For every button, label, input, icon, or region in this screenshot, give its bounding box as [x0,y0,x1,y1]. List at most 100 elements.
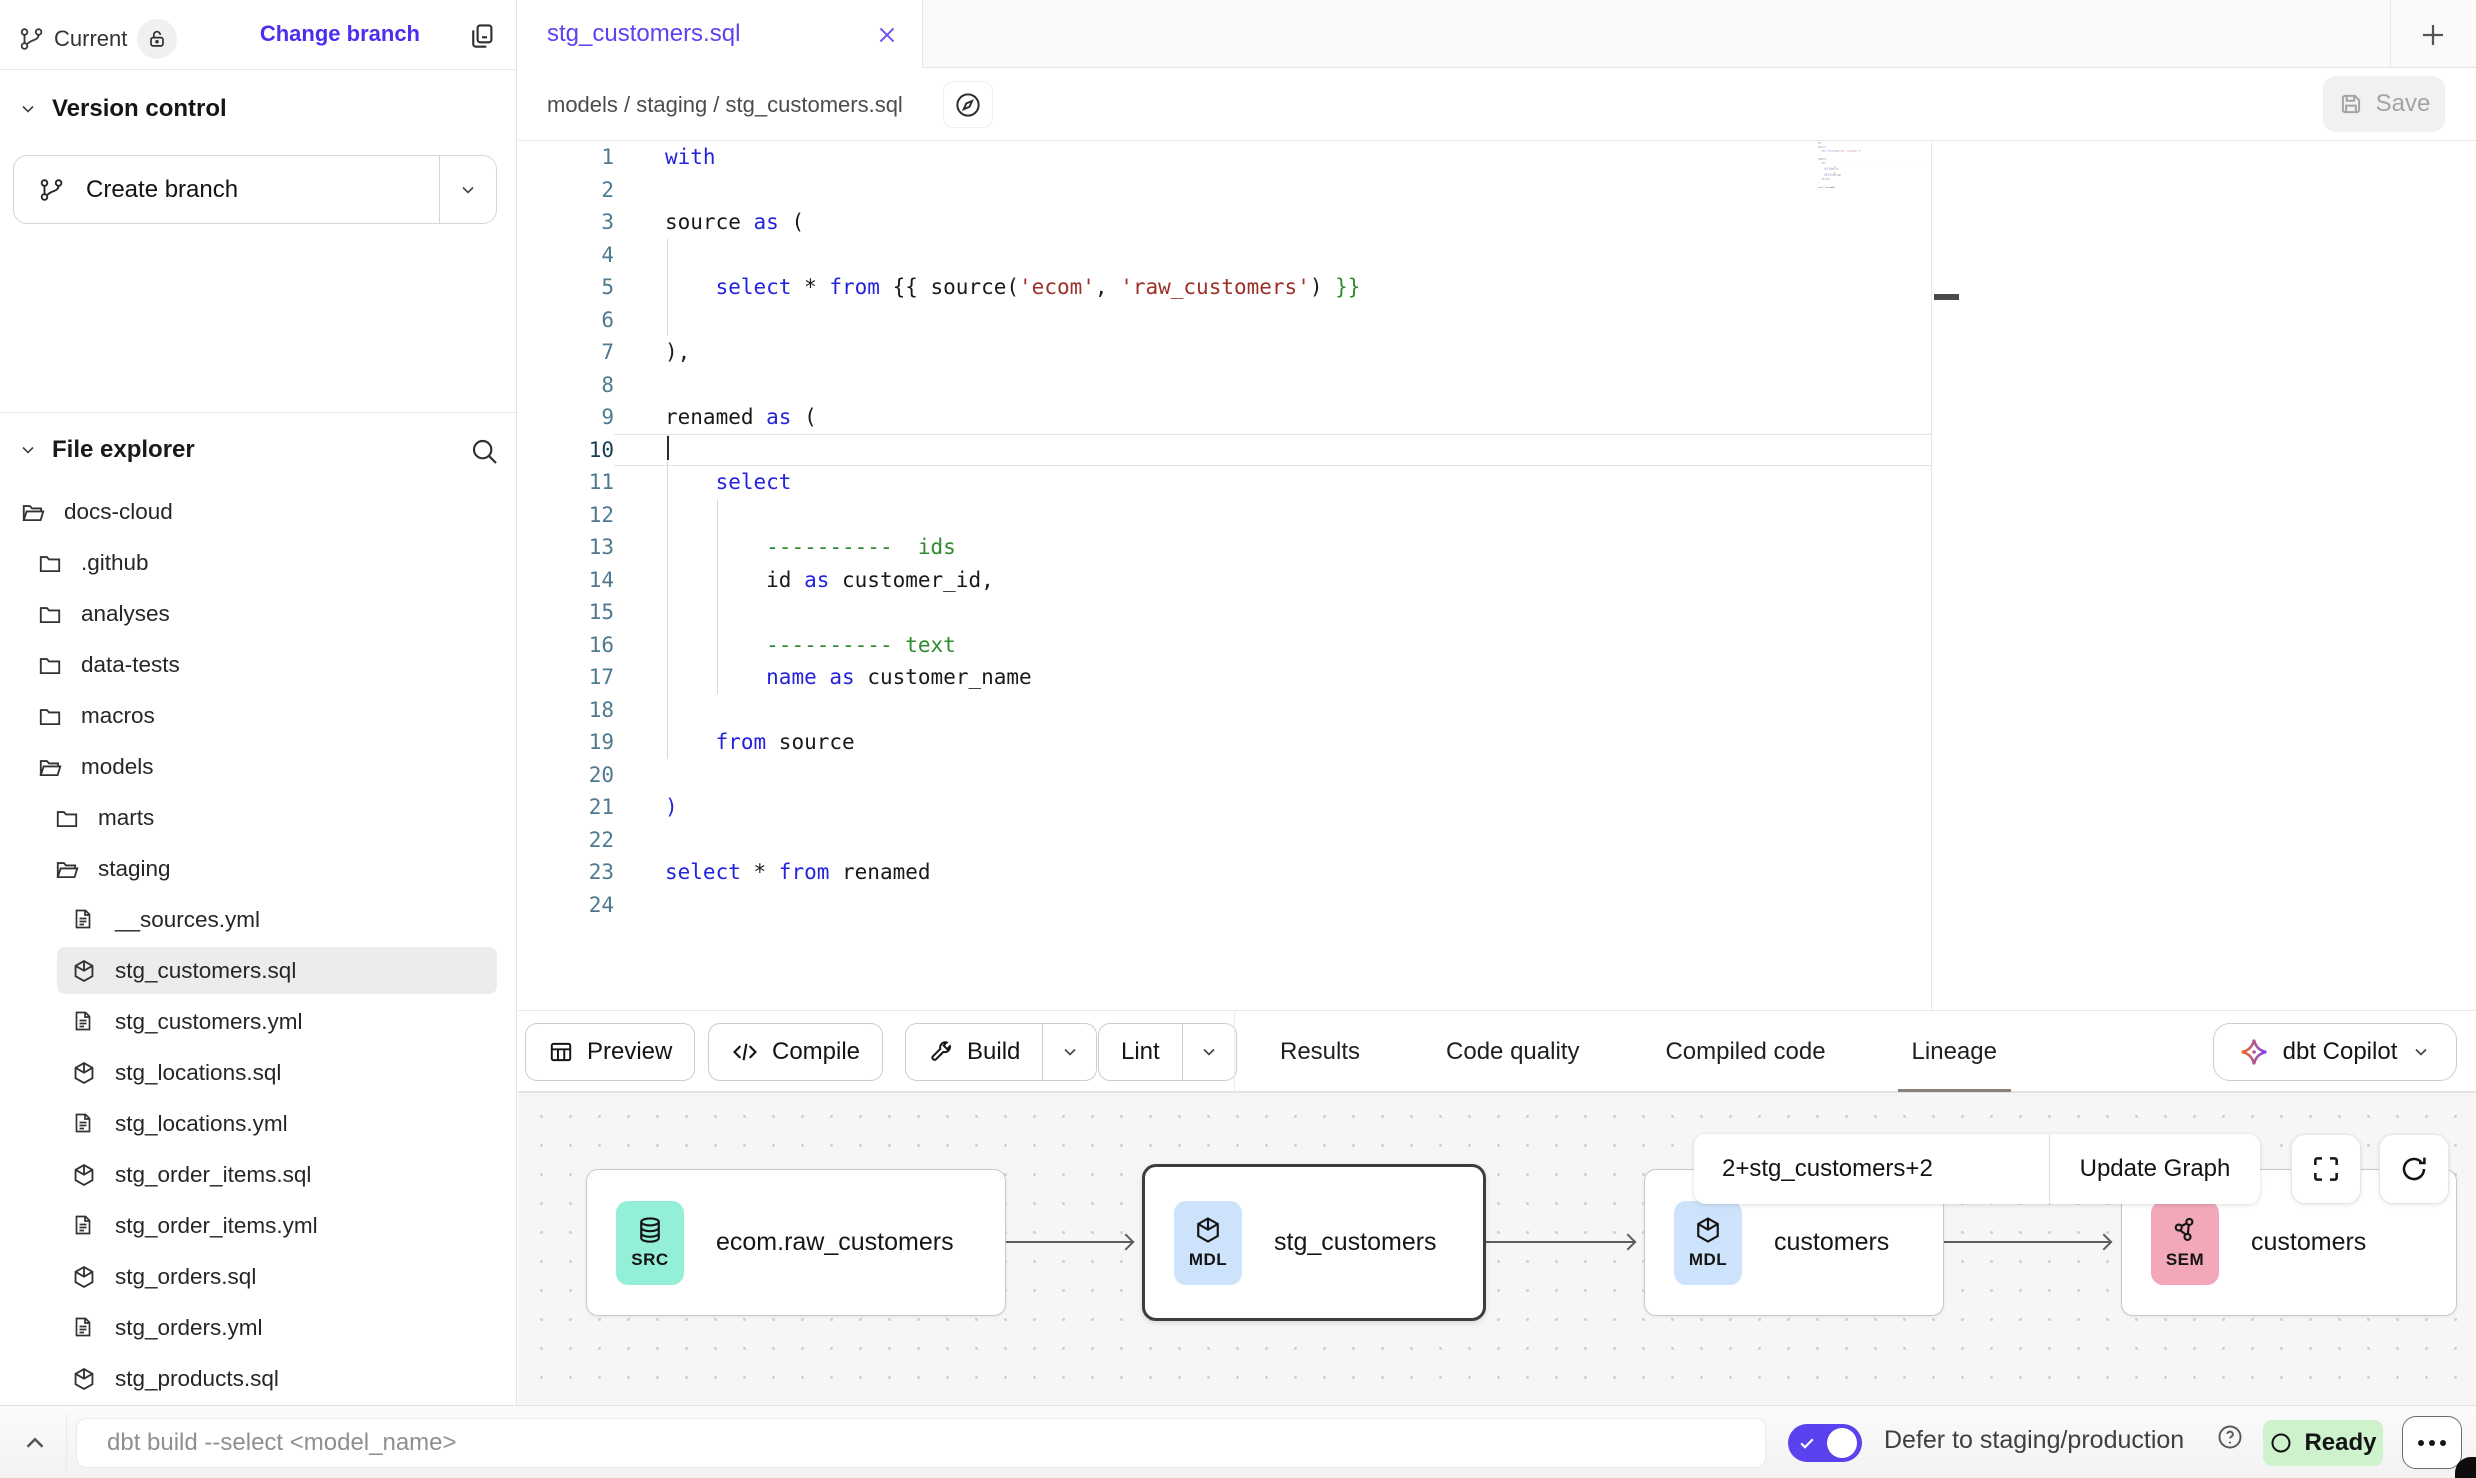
new-tab-button[interactable] [2416,18,2450,52]
build-button[interactable]: Build [905,1023,1097,1081]
code-line[interactable]: 15 [518,596,1931,629]
file-item-stg-customers-sql[interactable]: stg_customers.sql [0,945,516,996]
lineage-node-source[interactable]: SRC ecom.raw_customers [586,1169,1006,1316]
code-line[interactable]: 22 [518,824,1931,857]
more-options-button[interactable] [2402,1416,2462,1469]
command-input[interactable] [76,1418,1766,1468]
badge-label: MDL [1689,1250,1727,1270]
model-cube-icon [71,958,97,984]
code-line[interactable]: 19 from source [518,726,1931,759]
file-item-analyses[interactable]: analyses [0,588,516,639]
statusbar-divider [66,1414,67,1471]
breadcrumb-row: models / staging / stg_customers.sql Sav… [518,68,2476,141]
code-editor[interactable]: 1with23source as (45 select * from {{ so… [518,141,2476,1010]
update-graph-button[interactable]: Update Graph [2050,1134,2260,1204]
file-item--github[interactable]: .github [0,537,516,588]
copy-branch-icon[interactable] [464,18,500,54]
compass-icon[interactable] [943,81,993,128]
version-control-header[interactable]: Version control [0,86,516,132]
preview-button[interactable]: Preview [525,1023,695,1081]
lint-dropdown[interactable] [1182,1024,1236,1080]
file-item-stg-locations-sql[interactable]: stg_locations.sql [0,1047,516,1098]
code-line[interactable]: 18 [518,694,1931,727]
file-item-data-tests[interactable]: data-tests [0,639,516,690]
lineage-node-stg-customers[interactable]: MDL stg_customers [1142,1164,1486,1321]
code-line[interactable]: 24 [1818,188,1923,190]
source-badge: SRC [616,1201,684,1285]
code-line[interactable]: 21) [518,791,1931,824]
file-item-stg-products-sql[interactable]: stg_products.sql [0,1353,516,1404]
code-line[interactable]: 16 ---------- text [518,629,1931,662]
lint-label: Lint [1121,1038,1160,1066]
code-line[interactable]: 6 [518,304,1931,337]
code-line[interactable]: 5 select * from {{ source('ecom', 'raw_c… [518,271,1931,304]
lineage-selector-input[interactable] [1694,1134,2050,1204]
code-line[interactable]: 11 select [518,466,1931,499]
file-item-marts[interactable]: marts [0,792,516,843]
lineage-canvas[interactable]: SRC ecom.raw_customers MDL stg_customers [518,1092,2476,1405]
compile-label: Compile [772,1038,860,1066]
code-line-text: from source [614,726,1931,759]
node-label: stg_customers [1274,1228,1437,1257]
close-icon[interactable] [874,22,900,48]
code-line[interactable]: 10 [518,434,1931,467]
fullscreen-button[interactable] [2291,1134,2361,1204]
chevron-up-icon[interactable] [20,1428,50,1458]
file-item-stg-order-items-yml[interactable]: stg_order_items.yml [0,1200,516,1251]
tab-code-quality[interactable]: Code quality [1432,1011,1593,1093]
create-branch-button[interactable]: Create branch [13,155,497,224]
file-item--sources-yml[interactable]: __sources.yml [0,894,516,945]
code-line[interactable]: 1with [518,141,1931,174]
create-branch-dropdown[interactable] [440,156,496,223]
file-item-stg-orders-yml[interactable]: stg_orders.yml [0,1302,516,1353]
file-item-stg-locations-yml[interactable]: stg_locations.yml [0,1098,516,1149]
help-icon[interactable] [2216,1423,2244,1451]
compile-button[interactable]: Compile [708,1023,883,1081]
create-branch-main[interactable]: Create branch [14,156,440,223]
semantic-badge: SEM [2151,1201,2219,1285]
file-explorer-header[interactable]: File explorer [0,413,516,487]
build-dropdown[interactable] [1042,1024,1096,1080]
code-line[interactable]: 13 ---------- ids [518,531,1931,564]
code-line[interactable]: 4 [518,239,1931,272]
defer-toggle[interactable] [1788,1424,1862,1462]
tab-lineage[interactable]: Lineage [1898,1011,2011,1093]
tab-compiled-code[interactable]: Compiled code [1651,1011,1839,1093]
lint-button[interactable]: Lint [1098,1023,1237,1081]
main-panel: stg_customers.sql models / staging / stg… [518,0,2476,1405]
current-branch[interactable]: Current [18,19,177,59]
change-branch-link[interactable]: Change branch [260,21,420,47]
code-line[interactable]: 23select * from renamed [518,856,1931,889]
code-line[interactable]: 2 [518,174,1931,207]
code-line[interactable]: 14 id as customer_id, [518,564,1931,597]
file-item-label: stg_orders.yml [115,1315,263,1341]
dbt-copilot-button[interactable]: dbt Copilot [2213,1023,2457,1081]
file-item-label: macros [81,703,155,729]
file-item-label: stg_customers.sql [115,958,296,984]
tab-stg-customers-sql[interactable]: stg_customers.sql [518,0,923,68]
search-icon[interactable] [468,435,500,467]
tab-results[interactable]: Results [1266,1011,1374,1093]
code-line[interactable]: 20 [518,759,1931,792]
code-line[interactable]: 3source as ( [518,206,1931,239]
file-item-staging[interactable]: staging [0,843,516,894]
code-line[interactable]: 24 [518,889,1931,922]
file-item-stg-order-items-sql[interactable]: stg_order_items.sql [0,1149,516,1200]
save-button[interactable]: Save [2323,76,2445,132]
code-line[interactable]: 7), [518,336,1931,369]
code-line-text [614,174,1931,207]
file-item-models[interactable]: models [0,741,516,792]
code-line[interactable]: 9renamed as ( [518,401,1931,434]
code-line[interactable]: 17 name as customer_name [518,661,1931,694]
badge-label: SEM [2166,1250,2204,1270]
code-line[interactable]: 12 [518,499,1931,532]
code-line[interactable]: 8 [518,369,1931,402]
file-item-docs-cloud[interactable]: docs-cloud [0,486,516,537]
code-line-text: select * from {{ source('ecom', 'raw_cus… [614,271,1931,304]
file-item-stg-orders-sql[interactable]: stg_orders.sql [0,1251,516,1302]
minimap[interactable]: 1with23source as (45 select * from {{ so… [1818,142,1930,194]
file-item-stg-customers-yml[interactable]: stg_customers.yml [0,996,516,1047]
file-item-macros[interactable]: macros [0,690,516,741]
refresh-icon[interactable] [2379,1134,2449,1204]
code-lines[interactable]: 1with23source as (45 select * from {{ so… [518,141,1931,921]
